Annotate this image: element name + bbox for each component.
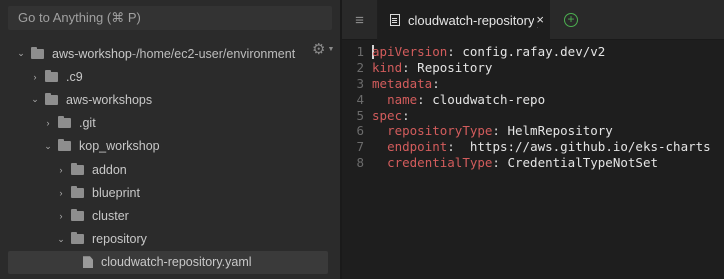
- tree-item-repository[interactable]: ⌄ repository: [0, 228, 340, 251]
- menu-icon: ≡: [355, 11, 364, 29]
- tree-item-kop-workshop[interactable]: ⌄ kop_workshop: [0, 135, 340, 158]
- folder-icon: [71, 185, 84, 198]
- yaml-key: repositoryType: [387, 123, 493, 139]
- line-number: 1: [356, 44, 364, 60]
- code-line: 5 spec:: [342, 107, 724, 123]
- folder-icon: [58, 116, 71, 129]
- line-number: 8: [356, 154, 364, 170]
- file-tree-panel: Go to Anything (⌘ P) ⚙ ▼ ⌄ aws-workshop -…: [0, 0, 340, 279]
- yaml-key: endpoint: [387, 139, 448, 155]
- code-line: 8 credentialType: CredentialTypeNotSet: [342, 155, 724, 171]
- yaml-colon: :: [417, 91, 425, 107]
- tree-item-blueprint[interactable]: › blueprint: [0, 181, 340, 204]
- yaml-key: kind: [372, 60, 403, 76]
- yaml-value: https://aws.github.io/eks-charts: [454, 139, 711, 155]
- tree-item-c9[interactable]: › .c9: [0, 65, 340, 88]
- folder-icon: [45, 92, 58, 105]
- line-number: 4: [356, 91, 364, 107]
- line-number: 7: [356, 139, 364, 155]
- yaml-colon: :: [492, 123, 500, 139]
- code-line: 7 endpoint: https://aws.github.io/eks-ch…: [342, 139, 724, 155]
- folder-icon: [71, 232, 84, 245]
- tree-item-label: .c9: [66, 69, 83, 84]
- chevron-right-icon[interactable]: ›: [56, 211, 66, 221]
- code-line: 1 apiVersion: config.rafay.dev/v2: [342, 44, 724, 60]
- code-line: 2 kind: Repository: [342, 60, 724, 76]
- folder-icon: [58, 139, 71, 152]
- yaml-colon: :: [402, 60, 410, 76]
- code-line: 6 repositoryType: HelmRepository: [342, 123, 724, 139]
- tree-item-label: .git: [79, 116, 96, 131]
- tree-item-label: repository: [92, 232, 147, 247]
- file-icon: [390, 14, 400, 26]
- yaml-key: metadata: [372, 75, 433, 91]
- chevron-right-icon[interactable]: ›: [30, 72, 40, 82]
- add-tab-icon[interactable]: +: [564, 13, 578, 27]
- yaml-key: spec: [372, 107, 403, 123]
- yaml-colon: :: [492, 154, 500, 170]
- root-folder-path: /home/ec2-user/environment: [136, 46, 296, 61]
- line-number: 5: [356, 107, 364, 123]
- folder-icon: [31, 46, 44, 59]
- code-area[interactable]: 1 apiVersion: config.rafay.dev/v2 2 kind: …: [342, 44, 724, 170]
- editor-menu-button[interactable]: ≡: [342, 0, 378, 40]
- chevron-right-icon[interactable]: ›: [56, 188, 66, 198]
- yaml-colon: :: [447, 44, 455, 60]
- tab-cloudwatch-repository-yaml[interactable]: cloudwatch-repository.yaml ×: [378, 0, 550, 40]
- search-placeholder: Go to Anything (⌘ P): [18, 10, 141, 25]
- yaml-value: config.rafay.dev/v2: [454, 44, 606, 60]
- yaml-key: name: [387, 91, 418, 107]
- folder-icon: [45, 69, 58, 82]
- tree-item-label: kop_workshop: [79, 139, 160, 154]
- editor-pane: ≡ cloudwatch-repository.yaml × + 1 apiVer…: [342, 0, 724, 279]
- chevron-down-icon[interactable]: ⌄: [56, 234, 66, 245]
- tree-item-cluster[interactable]: › cluster: [0, 204, 340, 227]
- tree-item-label: aws-workshops: [66, 92, 153, 107]
- folder-icon: [71, 162, 84, 175]
- chevron-down-icon[interactable]: ⌄: [16, 48, 26, 59]
- yaml-value: cloudwatch-repo: [424, 91, 546, 107]
- go-to-anything-search[interactable]: Go to Anything (⌘ P): [8, 6, 332, 30]
- yaml-key: apiVersion: [372, 44, 448, 60]
- yaml-colon: :: [447, 139, 455, 155]
- yaml-colon: :: [432, 75, 440, 91]
- tree-item-label: addon: [92, 162, 127, 177]
- code-line: 3 metadata:: [342, 76, 724, 92]
- yaml-value: Repository: [409, 60, 493, 76]
- tree-item-label: blueprint: [92, 185, 140, 200]
- tree-item-addon[interactable]: › addon: [0, 158, 340, 181]
- tab-title: cloudwatch-repository.yaml: [408, 12, 538, 28]
- file-icon: [83, 256, 93, 269]
- code-line: 4 name: cloudwatch-repo: [342, 91, 724, 107]
- line-number: 2: [356, 60, 364, 76]
- folder-icon: [71, 208, 84, 221]
- tree-item-cloudwatch-repository-yaml[interactable]: cloudwatch-repository.yaml: [0, 250, 340, 274]
- tree-item-label: cloudwatch-repository.yaml: [101, 255, 252, 270]
- chevron-down-icon[interactable]: ⌄: [30, 94, 40, 105]
- tab-bar: ≡ cloudwatch-repository.yaml × +: [342, 0, 724, 40]
- yaml-value: HelmRepository: [499, 123, 613, 139]
- tree-item-git[interactable]: › .git: [0, 112, 340, 135]
- root-folder-name: aws-workshop: [52, 46, 132, 61]
- file-tree: ⌄ aws-workshop - /home/ec2-user/environm…: [0, 42, 340, 274]
- yaml-key: credentialType: [387, 154, 493, 170]
- yaml-colon: :: [402, 107, 410, 123]
- chevron-right-icon[interactable]: ›: [56, 165, 66, 175]
- yaml-value: CredentialTypeNotSet: [499, 154, 658, 170]
- line-number: 6: [356, 123, 364, 139]
- tree-item-root[interactable]: ⌄ aws-workshop - /home/ec2-user/environm…: [0, 42, 340, 65]
- close-icon[interactable]: ×: [534, 12, 544, 27]
- chevron-right-icon[interactable]: ›: [43, 118, 53, 128]
- line-number: 3: [356, 75, 364, 91]
- chevron-down-icon[interactable]: ⌄: [43, 141, 53, 152]
- tree-item-label: cluster: [92, 208, 129, 223]
- tree-item-aws-workshops[interactable]: ⌄ aws-workshops: [0, 88, 340, 111]
